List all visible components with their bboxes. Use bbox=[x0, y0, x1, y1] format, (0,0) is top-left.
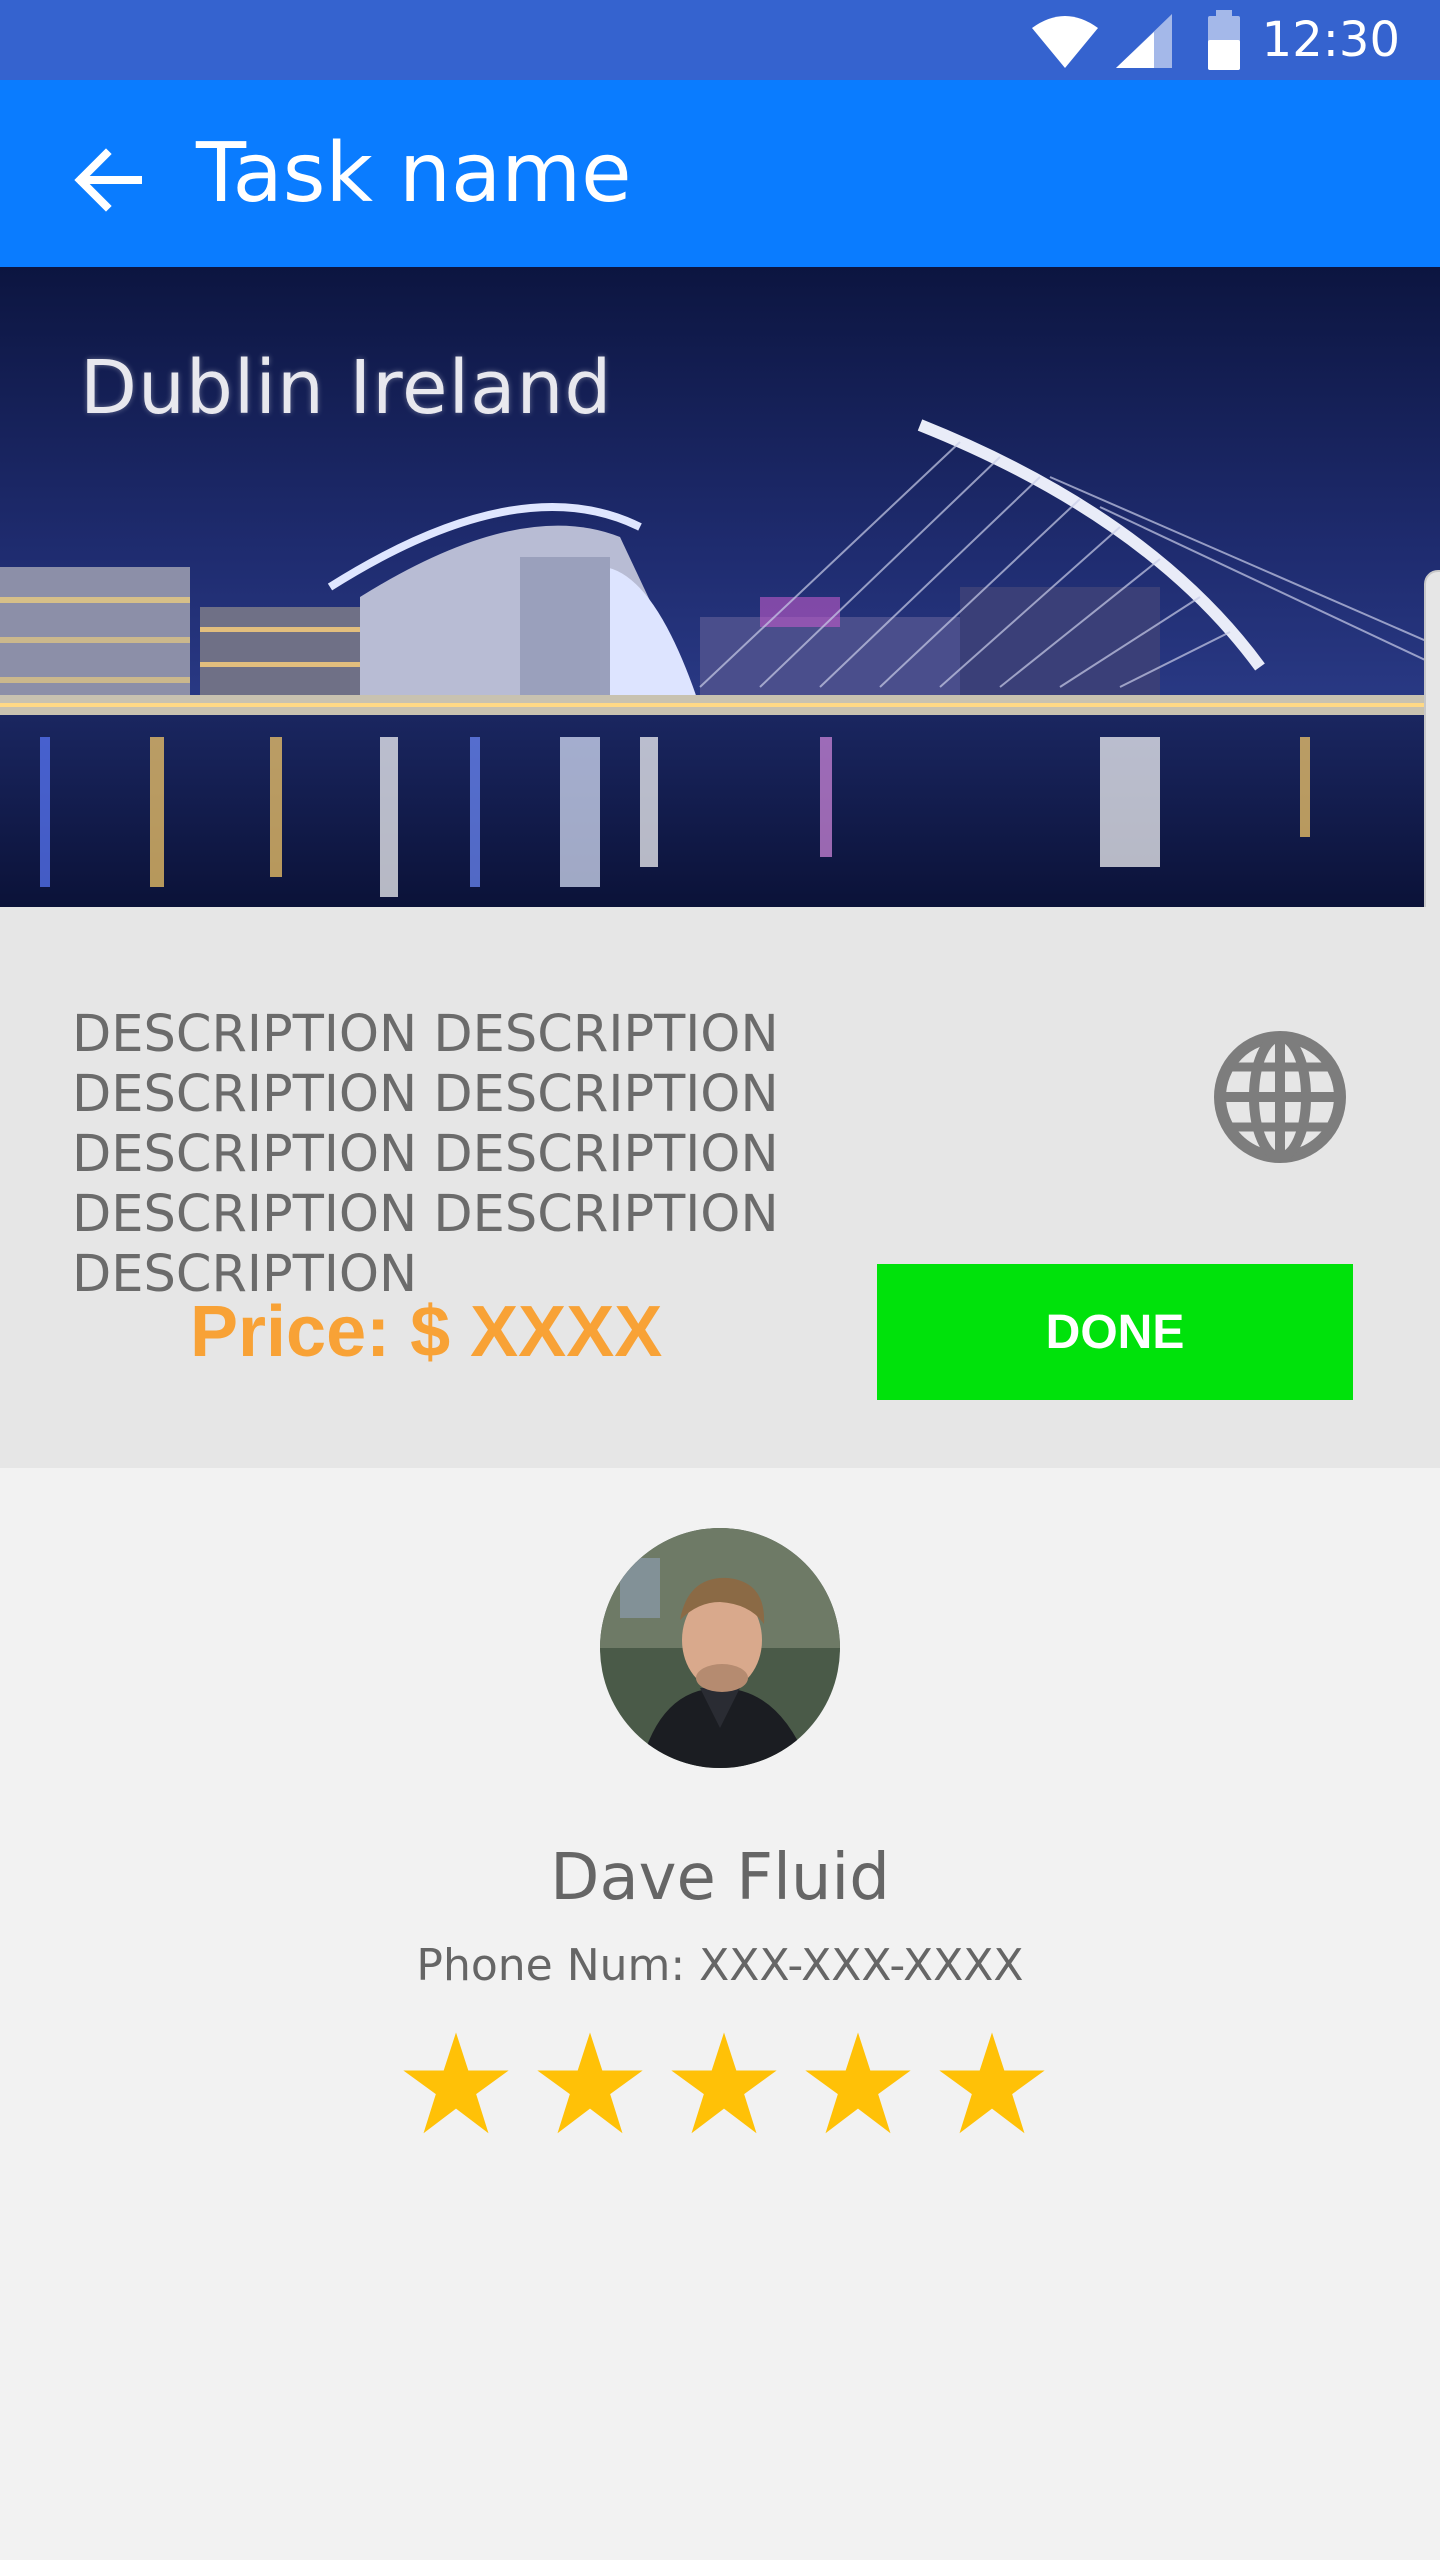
star-icon bbox=[939, 2032, 1045, 2134]
star-icon bbox=[537, 2032, 643, 2134]
profile-section: Dave Fluid Phone Num: XXX-XXX-XXXX bbox=[0, 1468, 1440, 2560]
wifi-icon bbox=[1032, 16, 1098, 68]
cell-signal-icon bbox=[1116, 14, 1172, 68]
status-bar: 12:30 bbox=[0, 0, 1440, 80]
task-info-card: DESCRIPTION DESCRIPTION DESCRIPTION DESC… bbox=[0, 907, 1440, 1468]
page-title: Task name bbox=[196, 126, 632, 221]
avatar[interactable] bbox=[600, 1528, 840, 1768]
hero-caption: Dublin Ireland bbox=[80, 345, 613, 431]
rating-stars bbox=[400, 2028, 1050, 2148]
done-button[interactable]: DONE bbox=[877, 1264, 1353, 1400]
hero-image: Dublin Ireland bbox=[0, 267, 1440, 907]
task-description: DESCRIPTION DESCRIPTION DESCRIPTION DESC… bbox=[72, 1005, 779, 1304]
user-name: Dave Fluid bbox=[550, 1841, 890, 1915]
star-icon bbox=[805, 2032, 911, 2134]
star-icon bbox=[403, 2032, 509, 2134]
user-phone: Phone Num: XXX-XXX-XXXX bbox=[416, 1940, 1024, 1991]
globe-icon[interactable] bbox=[1210, 1027, 1350, 1167]
battery-icon bbox=[1208, 10, 1240, 70]
app-bar: Task name bbox=[0, 80, 1440, 267]
arrow-back-icon[interactable] bbox=[68, 140, 148, 220]
status-time: 12:30 bbox=[1261, 12, 1400, 68]
task-price: Price: $ XXXX bbox=[190, 1292, 663, 1372]
star-icon bbox=[671, 2032, 777, 2134]
